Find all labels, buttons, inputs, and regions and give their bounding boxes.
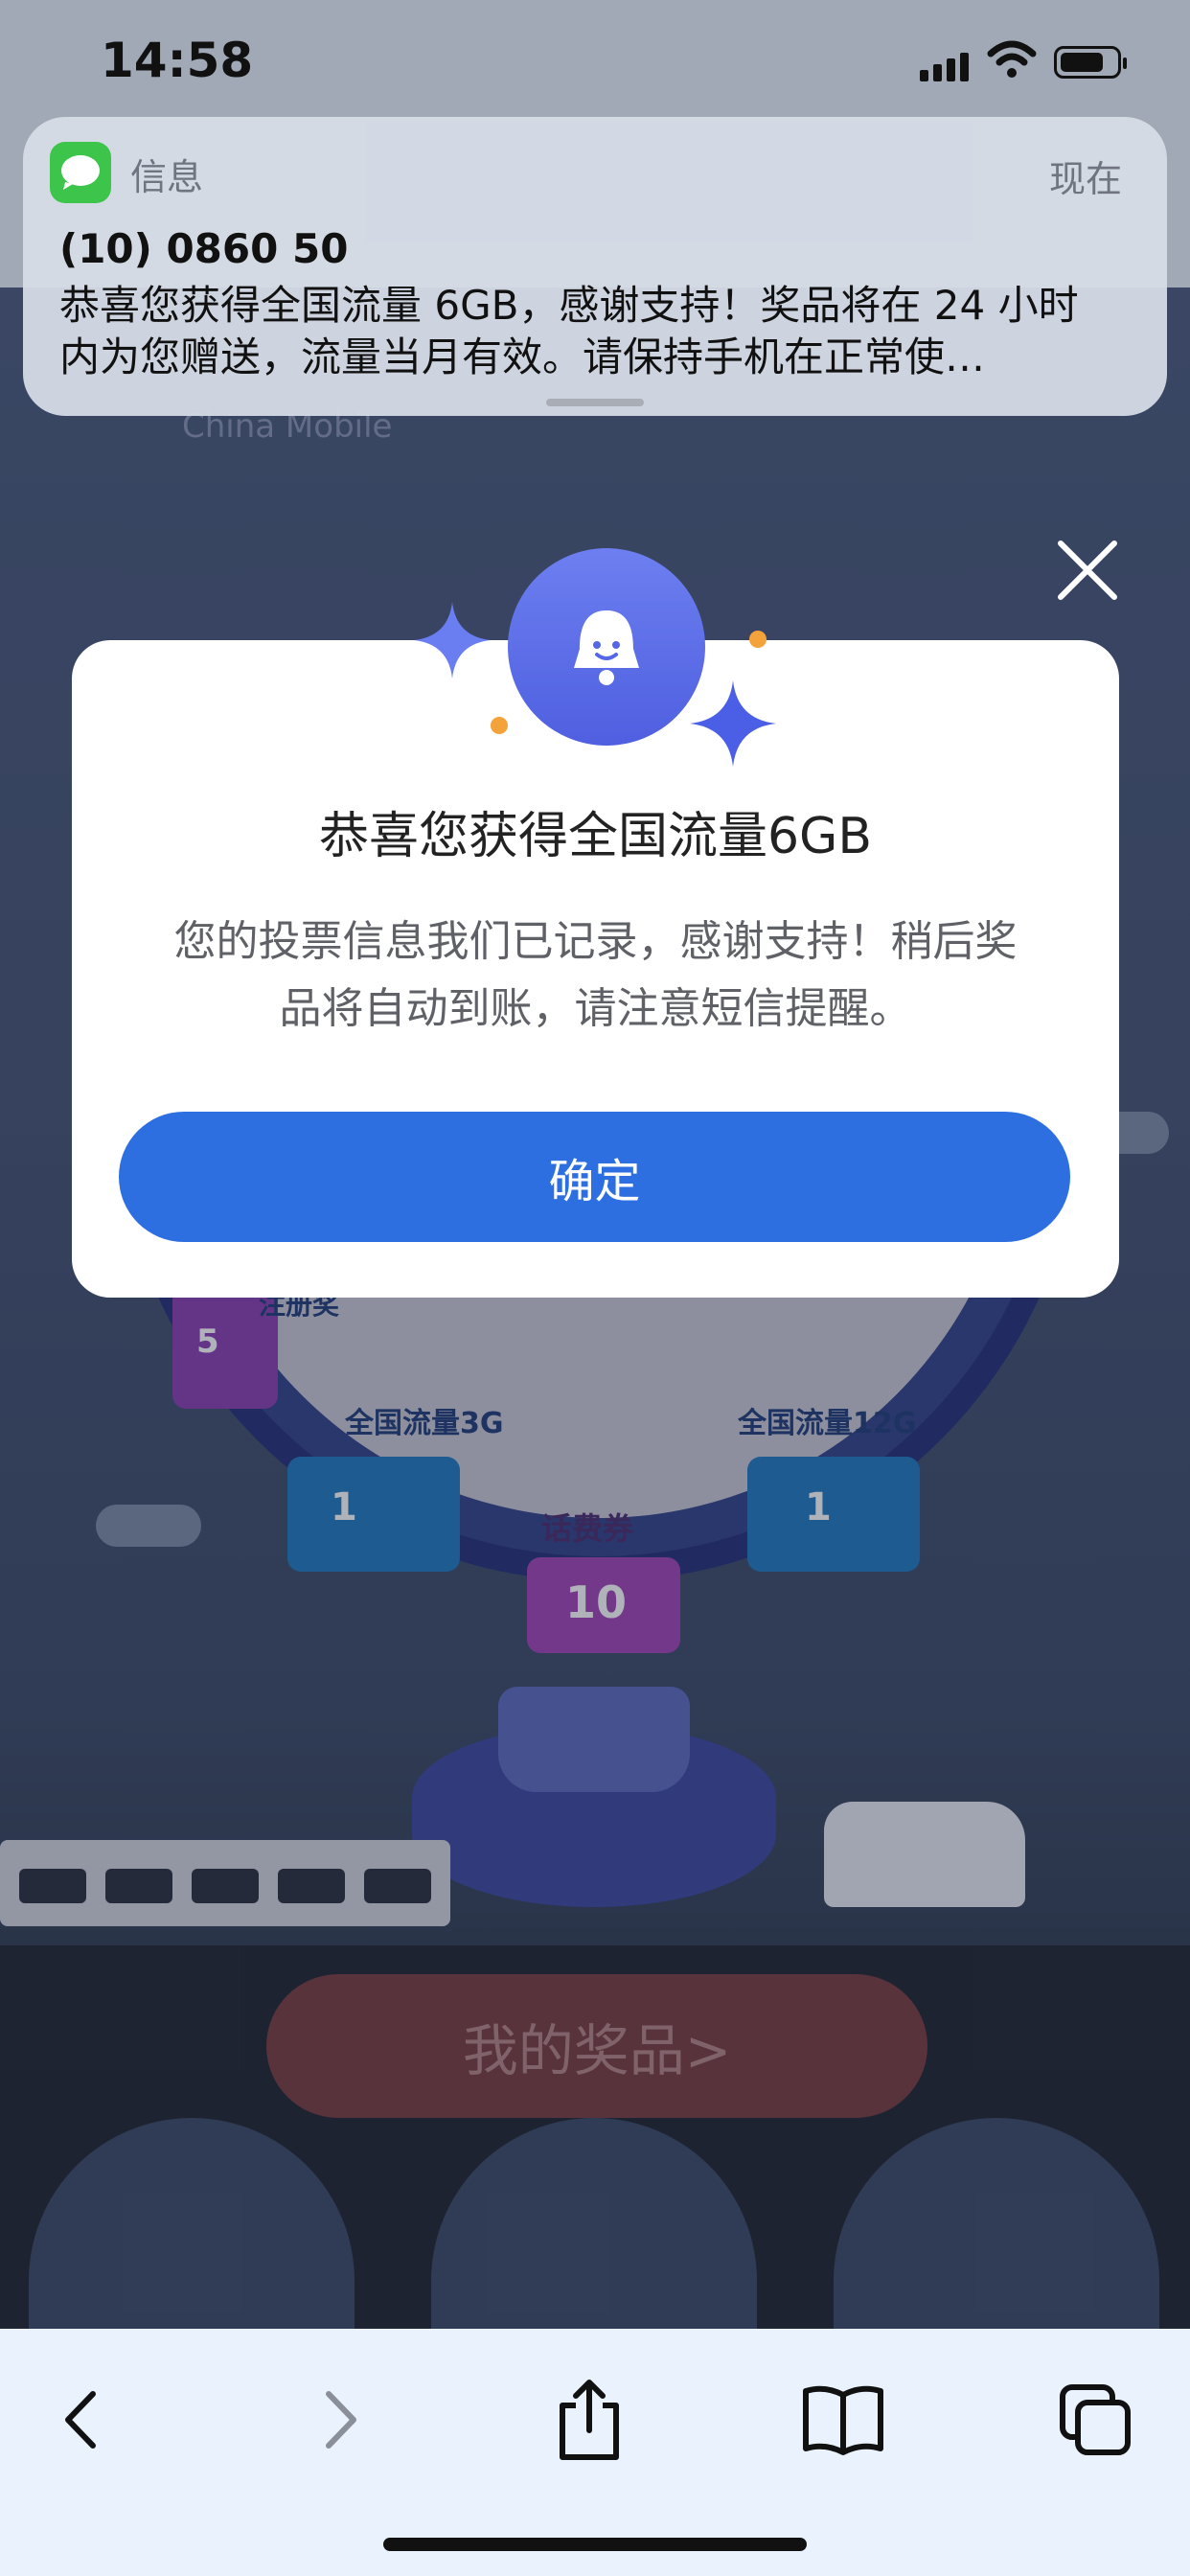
tabs-icon[interactable] bbox=[1042, 2367, 1148, 2472]
bell-icon bbox=[508, 548, 705, 746]
notification-sender: (10) 0860 50 bbox=[59, 225, 349, 272]
dialog-message: 您的投票信息我们已记录，感谢支持！稍后奖品将自动到账，请注意短信提醒。 bbox=[173, 917, 1018, 1033]
dialog-title: 恭喜您获得全国流量6GB bbox=[318, 808, 873, 865]
decoration-dot bbox=[491, 717, 508, 734]
messages-app-icon bbox=[50, 142, 111, 203]
close-icon[interactable] bbox=[1049, 532, 1126, 609]
cellular-signal-icon bbox=[920, 53, 969, 81]
home-indicator[interactable] bbox=[383, 2538, 807, 2551]
notification-drag-handle[interactable] bbox=[546, 399, 644, 406]
battery-icon bbox=[1054, 46, 1127, 79]
notification-body: 恭喜您获得全国流量 6GB，感谢支持！奖品将在 24 小时内为您赠送，流量当月有… bbox=[59, 282, 1079, 380]
notification-time: 现在 bbox=[1049, 158, 1123, 200]
back-icon[interactable] bbox=[29, 2367, 134, 2472]
decoration-dot bbox=[749, 631, 767, 648]
sparkle-icon bbox=[414, 602, 491, 678]
sparkle-icon bbox=[690, 680, 776, 767]
confirm-button[interactable]: 确定 bbox=[119, 1112, 1070, 1242]
status-time: 14:58 bbox=[101, 33, 254, 88]
wifi-icon bbox=[987, 40, 1037, 78]
bookmarks-icon[interactable] bbox=[790, 2367, 896, 2472]
notification-app-name: 信息 bbox=[130, 156, 204, 198]
forward-icon[interactable] bbox=[287, 2367, 393, 2472]
share-icon[interactable] bbox=[537, 2367, 642, 2472]
